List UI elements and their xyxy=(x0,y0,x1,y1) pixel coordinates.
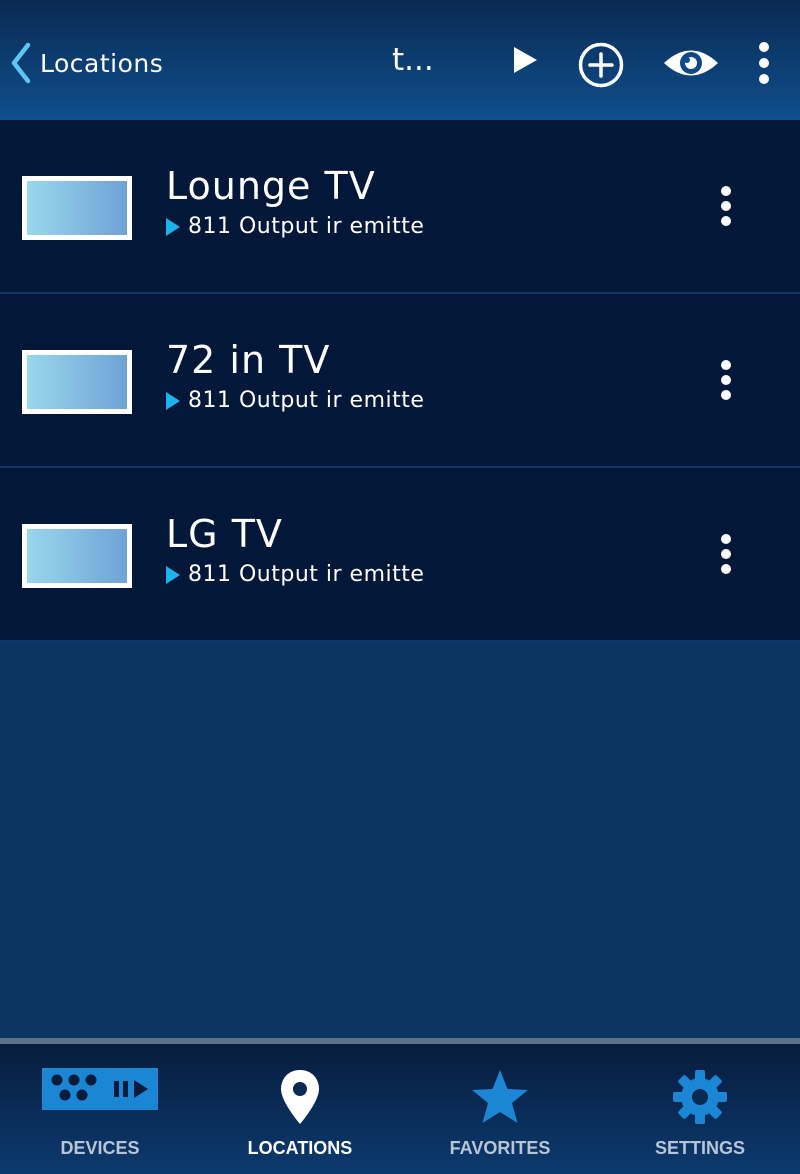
nav-favorites[interactable]: FAVORITES xyxy=(400,1044,600,1174)
gear-icon xyxy=(600,1068,800,1132)
location-pin-icon xyxy=(200,1068,400,1132)
devices-icon xyxy=(0,1068,200,1132)
device-name: 72 in TV xyxy=(166,338,331,382)
add-circle-icon xyxy=(578,42,624,88)
nav-label: FAVORITES xyxy=(449,1138,551,1158)
device-name: Lounge TV xyxy=(166,164,376,208)
device-row-72-in-tv[interactable]: 72 in TV 811 Output ir emitte xyxy=(0,294,800,468)
play-arrow-icon xyxy=(166,565,180,584)
device-source: 811 Output ir emitte xyxy=(166,388,424,413)
tv-icon xyxy=(22,524,132,588)
bottom-navigation: DEVICES LOCATIONS FAVORITES SETTINGS xyxy=(0,1038,800,1174)
tv-icon xyxy=(22,176,132,240)
back-button[interactable]: Locations xyxy=(8,40,163,86)
page-title: t... xyxy=(392,42,434,78)
nav-label: DEVICES xyxy=(60,1138,140,1158)
nav-label: LOCATIONS xyxy=(247,1138,353,1158)
device-source-label: 811 Output ir emitte xyxy=(188,388,425,413)
star-icon xyxy=(400,1068,600,1132)
device-row-lounge-tv[interactable]: Lounge TV 811 Output ir emitte xyxy=(0,120,800,294)
eye-icon xyxy=(664,50,718,76)
more-options-button[interactable] xyxy=(752,40,776,90)
nav-label: SETTINGS xyxy=(654,1138,745,1158)
device-menu-button[interactable] xyxy=(712,358,740,402)
top-app-bar: Locations t... xyxy=(0,0,800,120)
device-source-label: 811 Output ir emitte xyxy=(188,214,425,239)
device-source: 811 Output ir emitte xyxy=(166,214,424,239)
nav-locations[interactable]: LOCATIONS xyxy=(200,1044,400,1174)
chevron-left-icon xyxy=(8,41,34,85)
nav-devices[interactable]: DEVICES xyxy=(0,1044,200,1174)
play-icon xyxy=(514,47,537,73)
tv-icon xyxy=(22,350,132,414)
play-arrow-icon xyxy=(166,391,180,410)
device-source: 811 Output ir emitte xyxy=(166,562,424,587)
more-vertical-icon xyxy=(721,186,731,226)
nav-settings[interactable]: SETTINGS xyxy=(600,1044,800,1174)
play-arrow-icon xyxy=(166,217,180,236)
more-vertical-icon xyxy=(721,360,731,400)
more-vertical-icon xyxy=(721,534,731,574)
device-menu-button[interactable] xyxy=(712,184,740,228)
add-button[interactable] xyxy=(577,41,625,93)
device-row-lg-tv[interactable]: LG TV 811 Output ir emitte xyxy=(0,468,800,642)
view-button[interactable] xyxy=(662,44,720,86)
device-name: LG TV xyxy=(166,512,283,556)
device-list: Lounge TV 811 Output ir emitte 72 in TV … xyxy=(0,120,800,642)
device-menu-button[interactable] xyxy=(712,532,740,576)
play-button[interactable] xyxy=(510,44,540,80)
more-vertical-icon xyxy=(759,42,769,84)
device-source-label: 811 Output ir emitte xyxy=(188,562,425,587)
back-label: Locations xyxy=(40,48,164,78)
